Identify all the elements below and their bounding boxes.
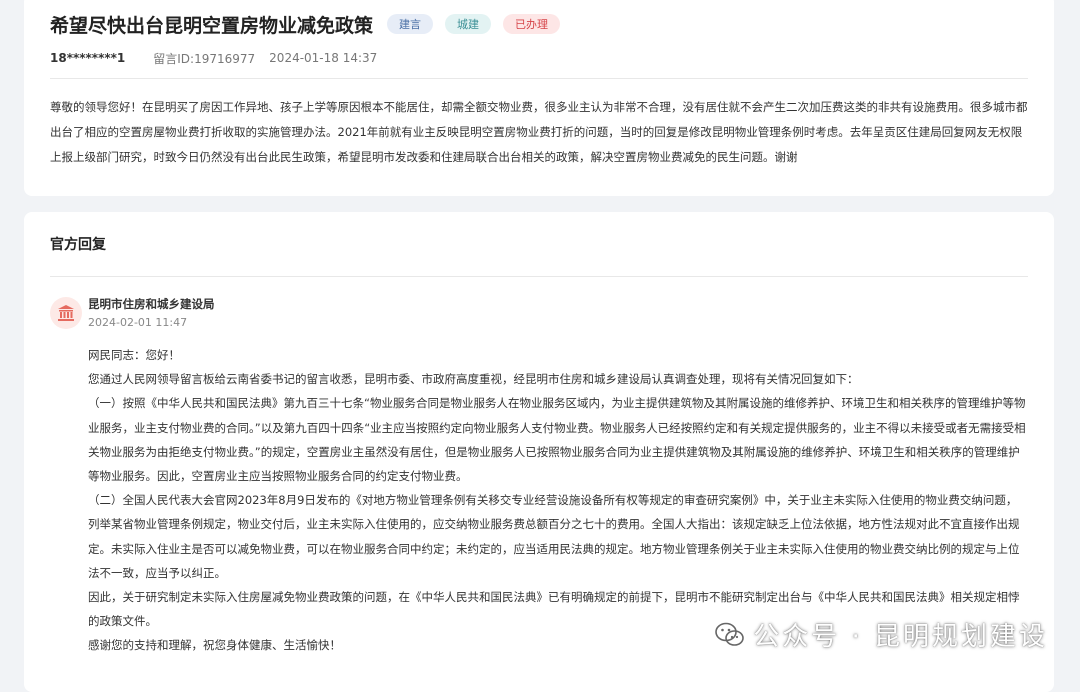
government-building-icon <box>50 297 82 329</box>
status-badge: 已办理 <box>503 14 561 34</box>
divider <box>50 78 1028 79</box>
post-title: 希望尽快出台昆明空置房物业减免政策 <box>50 14 374 37</box>
reply-datetime: 2024-02-01 11:47 <box>88 316 188 329</box>
post-datetime: 2024-01-18 14:37 <box>269 51 378 65</box>
post-content: 尊敬的领导您好！在昆明买了房因工作异地、孩子上学等原因根本不能居住，却需全额交物… <box>50 100 1028 164</box>
reply-heading: 官方回复 <box>50 237 106 253</box>
reply-department: 昆明市住房和城乡建设局 2024-02-01 11:47 <box>50 295 1028 331</box>
reply-paragraph: （二）全国人民代表大会官网2023年8月9日发布的《对地方物业管理条例有关移交专… <box>88 493 1020 580</box>
reply-paragraph: 网民同志：您好！ <box>88 348 180 362</box>
reply-paragraph: 您通过人民网领导留言板给云南省委书记的留言收悉，昆明市委、市政府高度重视，经昆明… <box>88 372 859 387</box>
wechat-icon <box>715 622 745 646</box>
post-card: 希望尽快出台昆明空置房物业减免政策 建言 城建 已办理 18********1 … <box>24 0 1054 196</box>
reply-body: 网民同志：您好！ 您通过人民网领导留言板给云南省委书记的留言收悉，昆明市委、市政… <box>88 343 1028 658</box>
reply-paragraph: （一）按照《中华人民共和国民法典》第九百三十七条“物业服务合同是物业服务人在物业… <box>88 396 1026 484</box>
divider <box>50 276 1028 277</box>
post-title-row: 希望尽快出台昆明空置房物业减免政策 建言 城建 已办理 <box>50 8 1028 40</box>
watermark: 公众号 · 昆明规划建设 <box>715 616 1048 653</box>
department-name: 昆明市住房和城乡建设局 <box>88 297 215 311</box>
tag-urban-construction[interactable]: 城建 <box>445 14 492 34</box>
user-id: 18********1 <box>50 51 126 65</box>
watermark-text: 公众号 · 昆明规划建设 <box>753 622 1048 652</box>
tag-suggestion[interactable]: 建言 <box>387 14 434 34</box>
post-meta: 18********1 留言ID:19716977 2024-01-18 14:… <box>50 48 1028 68</box>
message-id: 留言ID:19716977 <box>153 51 256 66</box>
